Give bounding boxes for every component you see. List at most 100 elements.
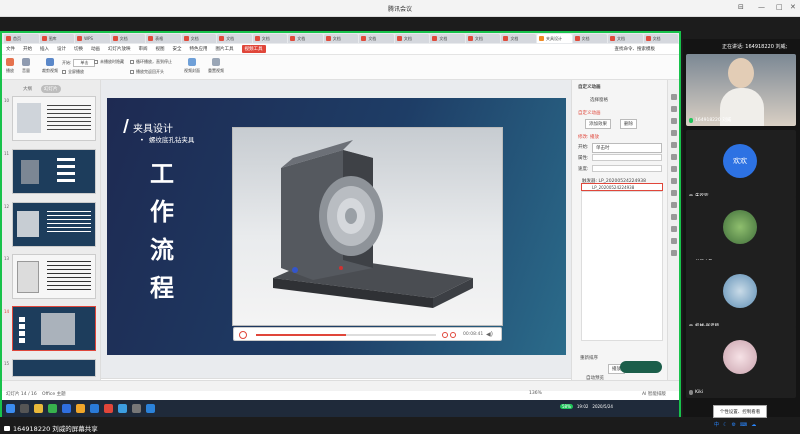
tool-icon[interactable] bbox=[671, 130, 677, 136]
browser-tab[interactable]: 图库 bbox=[39, 34, 75, 43]
menu-transition[interactable]: 切换 bbox=[74, 46, 83, 52]
app-icon[interactable] bbox=[132, 404, 141, 413]
browser-tab[interactable]: WPS bbox=[75, 34, 110, 43]
tool-icon[interactable] bbox=[671, 142, 677, 148]
zoom-level[interactable]: 136% bbox=[529, 391, 542, 396]
menu-design[interactable]: 设计 bbox=[57, 46, 66, 52]
browser-tab[interactable]: 首页 bbox=[4, 34, 39, 43]
ai-layout[interactable]: AI 智能排版 bbox=[642, 391, 666, 397]
tool-icon[interactable] bbox=[671, 106, 677, 112]
menu-home[interactable]: 开始 bbox=[23, 46, 32, 52]
command-search[interactable]: 查找命令、搜索模板 bbox=[615, 46, 656, 52]
play-button[interactable]: 播放 bbox=[6, 58, 14, 74]
slide-thumbnail[interactable] bbox=[12, 202, 96, 247]
loop-checkbox[interactable]: 循环播放，直到停止 bbox=[130, 59, 172, 65]
participant-tile[interactable]: Kiki bbox=[686, 326, 796, 398]
floating-badge[interactable] bbox=[620, 361, 662, 373]
seek-bar[interactable] bbox=[256, 334, 436, 336]
start-option[interactable]: 开始: 单击 bbox=[62, 59, 96, 67]
slide-thumbnail[interactable] bbox=[12, 254, 96, 299]
video-cover-button[interactable]: 视频封面 bbox=[184, 58, 200, 74]
browser-tab[interactable]: 文档 bbox=[394, 34, 430, 43]
property-select[interactable] bbox=[592, 154, 662, 161]
meeting-icon[interactable] bbox=[118, 404, 127, 413]
tool-icon[interactable] bbox=[671, 190, 677, 196]
menu-security[interactable]: 安全 bbox=[173, 46, 182, 52]
menu-slideshow[interactable]: 幻灯片放映 bbox=[108, 46, 131, 52]
start-select[interactable]: 单击时 bbox=[592, 143, 662, 153]
keyboard-icon[interactable]: ⌨ bbox=[740, 422, 747, 428]
menu-video-tools[interactable]: 视频工具 bbox=[241, 45, 266, 53]
tool-icon[interactable] bbox=[671, 94, 677, 100]
tab-slides[interactable]: 幻灯片 bbox=[41, 85, 61, 93]
tool-icon[interactable] bbox=[671, 214, 677, 220]
selection-pane-button[interactable]: 选择窗格 bbox=[590, 97, 608, 103]
browser-tab[interactable]: 文档 bbox=[359, 34, 394, 43]
embedded-video[interactable] bbox=[232, 127, 503, 326]
volume-icon[interactable]: ◀) bbox=[486, 331, 493, 338]
forward-icon[interactable] bbox=[450, 332, 456, 338]
browser-tab[interactable]: 文档 bbox=[252, 34, 288, 43]
network-icon[interactable]: ☁ bbox=[751, 422, 756, 428]
wps-icon[interactable] bbox=[104, 404, 113, 413]
volume-button[interactable]: 音量 bbox=[22, 58, 30, 74]
menu-review[interactable]: 审阅 bbox=[139, 46, 148, 52]
menu-features[interactable]: 特色应用 bbox=[190, 46, 208, 52]
browser-tab[interactable]: 文档 bbox=[608, 34, 643, 43]
slide-thumbnail[interactable] bbox=[12, 96, 96, 141]
pin-icon[interactable]: ⊟ bbox=[738, 3, 744, 11]
moon-icon[interactable]: ☾ bbox=[723, 422, 727, 428]
browser-tab[interactable]: 文档 bbox=[323, 34, 359, 43]
participant-tile[interactable]: 长江之歌 bbox=[686, 196, 796, 268]
fullscreen-checkbox[interactable]: 全屏播放 bbox=[62, 69, 84, 75]
chrome-icon[interactable] bbox=[76, 404, 85, 413]
app-icon[interactable] bbox=[90, 404, 99, 413]
search-icon[interactable] bbox=[20, 404, 29, 413]
rewind-checkbox[interactable]: 播放完返回开头 bbox=[130, 69, 164, 75]
tool-icon[interactable] bbox=[671, 202, 677, 208]
tool-icon[interactable] bbox=[671, 238, 677, 244]
slide-thumbnail[interactable] bbox=[12, 149, 96, 194]
tool-icon[interactable] bbox=[671, 118, 677, 124]
tool-icon[interactable] bbox=[671, 154, 677, 160]
browser-tab[interactable]: 表格 bbox=[146, 34, 181, 43]
browser-tab[interactable]: 文档 bbox=[288, 34, 323, 43]
browser-tab[interactable]: 夹具设计 bbox=[536, 34, 572, 43]
participant-tile[interactable]: 机械-张老师 bbox=[686, 260, 796, 332]
browser-tab[interactable]: 文档 bbox=[643, 34, 679, 43]
participant-tile[interactable]: 164918220 刘威 bbox=[686, 54, 796, 126]
maximize-icon[interactable]: □ bbox=[776, 3, 783, 11]
menu-view[interactable]: 视图 bbox=[156, 46, 165, 52]
tab-outline[interactable]: 大纲 bbox=[20, 85, 35, 93]
menu-animation[interactable]: 动画 bbox=[91, 46, 100, 52]
hide-checkbox[interactable]: 未播放时隐藏 bbox=[94, 59, 124, 65]
settings-icon[interactable]: ⚙ bbox=[732, 422, 736, 428]
browser-tab[interactable]: 文档 bbox=[501, 34, 536, 43]
menu-picture-tools[interactable]: 图片工具 bbox=[216, 46, 234, 52]
wechat-icon[interactable] bbox=[48, 404, 57, 413]
tool-icon[interactable] bbox=[671, 226, 677, 232]
app-icon[interactable] bbox=[62, 404, 71, 413]
play-pause-icon[interactable] bbox=[239, 331, 247, 339]
trim-video-button[interactable]: 裁剪视频 bbox=[42, 58, 58, 74]
slide-thumbnail-selected[interactable] bbox=[12, 306, 96, 351]
animation-list-item[interactable]: LP_20200524224938 bbox=[581, 183, 663, 191]
minimize-icon[interactable]: — bbox=[758, 3, 765, 11]
remove-button[interactable]: 删除 bbox=[620, 119, 637, 129]
close-icon[interactable]: ✕ bbox=[790, 3, 796, 11]
browser-tab[interactable]: 文档 bbox=[181, 34, 217, 43]
browser-tab[interactable]: 文档 bbox=[572, 34, 608, 43]
tool-icon[interactable] bbox=[671, 166, 677, 172]
rewind-icon[interactable] bbox=[442, 332, 448, 338]
browser-tab[interactable]: 文档 bbox=[430, 34, 465, 43]
reset-video-button[interactable]: 重置视频 bbox=[208, 58, 224, 74]
folder-icon[interactable] bbox=[34, 404, 43, 413]
tool-icon[interactable] bbox=[671, 250, 677, 256]
ime-icon[interactable]: 中 bbox=[714, 421, 719, 428]
browser-tab[interactable]: 文档 bbox=[465, 34, 501, 43]
browser-tab[interactable]: 文档 bbox=[110, 34, 146, 43]
participant-tile[interactable]: 欢欢 朱欢欢 bbox=[686, 130, 796, 202]
app-icon[interactable] bbox=[146, 404, 155, 413]
add-effect-button[interactable]: 添加效果 bbox=[585, 119, 611, 129]
windows-start-icon[interactable] bbox=[6, 404, 15, 413]
